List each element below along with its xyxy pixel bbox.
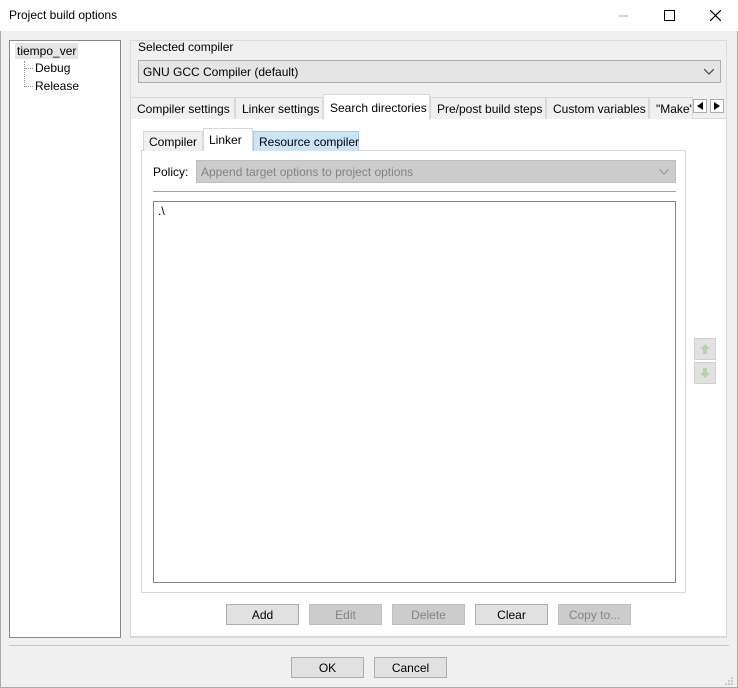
tab-search-directories[interactable]: Search directories [323,94,430,120]
close-button[interactable] [692,0,738,31]
selected-compiler-label: Selected compiler [138,40,234,54]
directories-list[interactable]: .\ [153,201,676,583]
divider [153,191,676,192]
tree-item-debug[interactable]: Debug [35,61,70,75]
resize-grip-icon[interactable] [724,676,734,686]
triangle-right-icon [714,102,720,110]
minimize-icon [618,15,628,16]
tree-root-item[interactable]: tiempo_ver [15,43,79,59]
tree-connector [25,86,33,87]
tab-linker-settings[interactable]: Linker settings [235,97,323,119]
policy-label: Policy: [153,165,189,179]
compiler-select[interactable]: GNU GCC Compiler (default) [138,60,721,83]
tab-scroll-left-button[interactable] [693,99,707,113]
minimize-button[interactable] [600,0,646,31]
ok-button[interactable]: OK [291,657,364,678]
policy-select-value: Append target options to project options [201,164,414,179]
move-down-button[interactable] [694,362,716,384]
compiler-select-value: GNU GCC Compiler (default) [143,64,299,79]
copy-to-button[interactable]: Copy to... [558,604,631,625]
add-button[interactable]: Add [226,604,299,625]
subtab-resource-compiler[interactable]: Resource compiler [253,131,359,151]
window-title: Project build options [9,8,118,22]
chevron-down-icon [659,168,669,175]
tab-strip: Compiler settings Linker settings Search… [130,94,727,120]
tab-pre-post-build-steps[interactable]: Pre/post build steps [430,97,546,119]
cancel-button[interactable]: Cancel [374,657,447,678]
tab-compiler-settings[interactable]: Compiler settings [130,97,235,119]
move-up-button[interactable] [694,338,716,360]
delete-button[interactable]: Delete [392,604,465,625]
tab-custom-variables[interactable]: Custom variables [546,97,649,119]
title-bar: Project build options [0,0,738,31]
tab-make[interactable]: "Make" [649,97,693,119]
footer-divider [9,645,729,646]
edit-button[interactable]: Edit [309,604,382,625]
list-item[interactable]: .\ [158,204,165,218]
maximize-button[interactable] [646,0,692,31]
arrow-up-icon [700,344,710,354]
arrow-down-icon [700,368,710,378]
tab-scroll-right-button[interactable] [710,99,724,113]
triangle-left-icon [697,102,703,110]
subtab-compiler[interactable]: Compiler [143,131,203,151]
policy-select[interactable]: Append target options to project options [196,160,676,183]
tree-connector [25,68,33,69]
target-tree[interactable]: tiempo_ver Debug Release [9,40,121,638]
tree-connector [24,61,25,87]
chevron-down-icon [704,68,714,75]
clear-button[interactable]: Clear [475,604,548,625]
maximize-icon [663,10,675,21]
subtab-linker[interactable]: Linker [203,128,253,151]
tree-item-release[interactable]: Release [35,79,79,93]
close-icon [709,10,721,21]
